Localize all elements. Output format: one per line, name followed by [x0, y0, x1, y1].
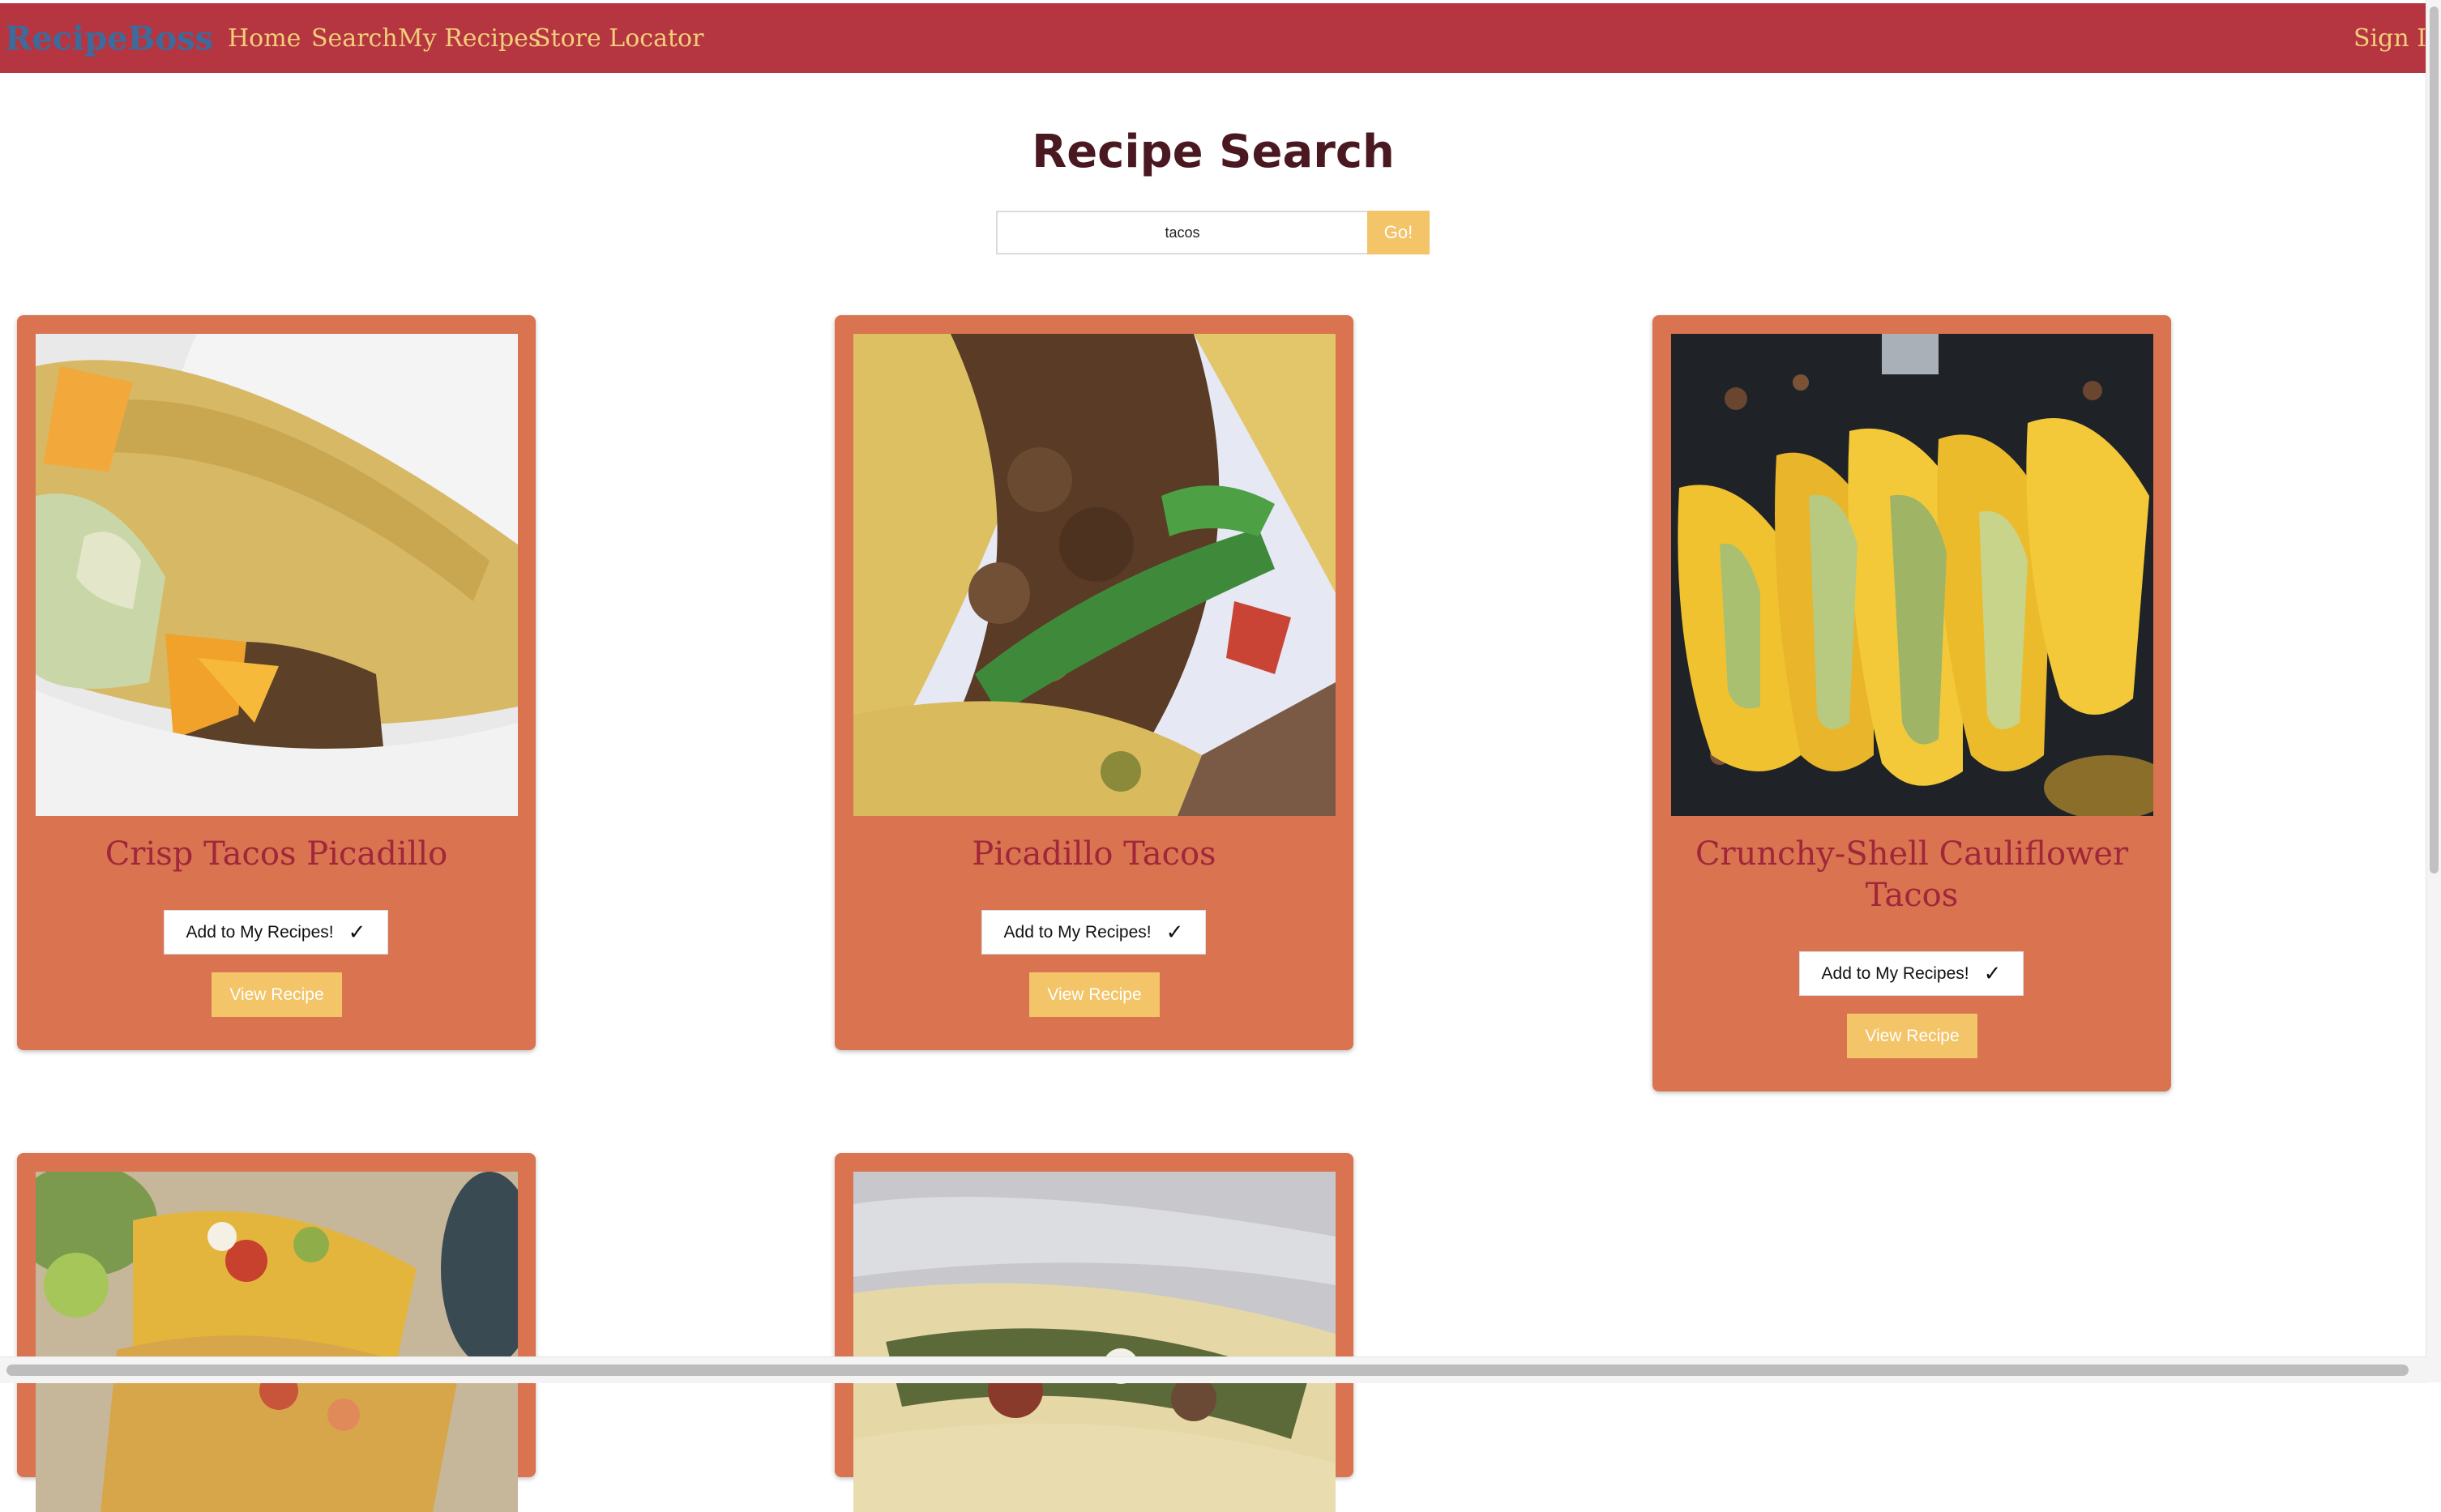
checkmark-icon: ✓ — [348, 920, 366, 945]
top-navbar: RecipeBoss Home Search My Recipes Store … — [0, 3, 2441, 73]
add-to-my-recipes-button[interactable]: Add to My Recipes! ✓ — [164, 910, 388, 955]
horizontal-scrollbar-thumb[interactable] — [6, 1365, 2409, 1376]
checkmark-icon: ✓ — [1165, 920, 1184, 945]
add-to-my-recipes-button[interactable]: Add to My Recipes! ✓ — [1799, 951, 2024, 996]
recipe-title[interactable]: Crunchy-Shell Cauliflower Tacos — [1685, 834, 2139, 916]
add-button-label: Add to My Recipes! — [1003, 922, 1152, 942]
recipe-card — [835, 1153, 1353, 1512]
recipe-card: Picadillo Tacos Add to My Recipes! ✓ Vie… — [835, 315, 1353, 1050]
page-title: Recipe Search — [1032, 126, 1395, 178]
vertical-scrollbar-thumb[interactable] — [2430, 6, 2439, 873]
recipe-card — [17, 1153, 536, 1512]
recipe-image[interactable] — [853, 334, 1336, 816]
checkmark-icon: ✓ — [1983, 961, 2002, 986]
add-button-label: Add to My Recipes! — [186, 922, 334, 942]
recipe-image[interactable] — [36, 1172, 518, 1512]
nav-link-home[interactable]: Home — [228, 24, 301, 53]
nav-link-my-recipes[interactable]: My Recipes — [398, 24, 541, 53]
recipe-title[interactable]: Picadillo Tacos — [867, 834, 1321, 875]
recipe-image[interactable] — [36, 334, 518, 816]
nav-link-store-locator[interactable]: Store Locator — [534, 24, 703, 53]
search-input[interactable] — [996, 211, 1367, 254]
go-button[interactable]: Go! — [1367, 211, 1430, 254]
recipe-card: Crisp Tacos Picadillo Add to My Recipes!… — [17, 315, 536, 1050]
view-recipe-button[interactable]: View Recipe — [1029, 972, 1160, 1017]
nav-link-search[interactable]: Search — [311, 24, 398, 53]
add-button-label: Add to My Recipes! — [1821, 963, 1969, 983]
recipe-title[interactable]: Crisp Tacos Picadillo — [49, 834, 503, 875]
recipe-image[interactable] — [853, 1172, 1336, 1512]
brand-logo[interactable]: RecipeBoss — [5, 19, 213, 58]
recipe-card: Crunchy-Shell Cauliflower Tacos Add to M… — [1652, 315, 2171, 1091]
recipe-image[interactable] — [1671, 334, 2153, 816]
view-recipe-button[interactable]: View Recipe — [212, 972, 342, 1017]
add-to-my-recipes-button[interactable]: Add to My Recipes! ✓ — [981, 910, 1206, 955]
view-recipe-button[interactable]: View Recipe — [1847, 1014, 1977, 1058]
